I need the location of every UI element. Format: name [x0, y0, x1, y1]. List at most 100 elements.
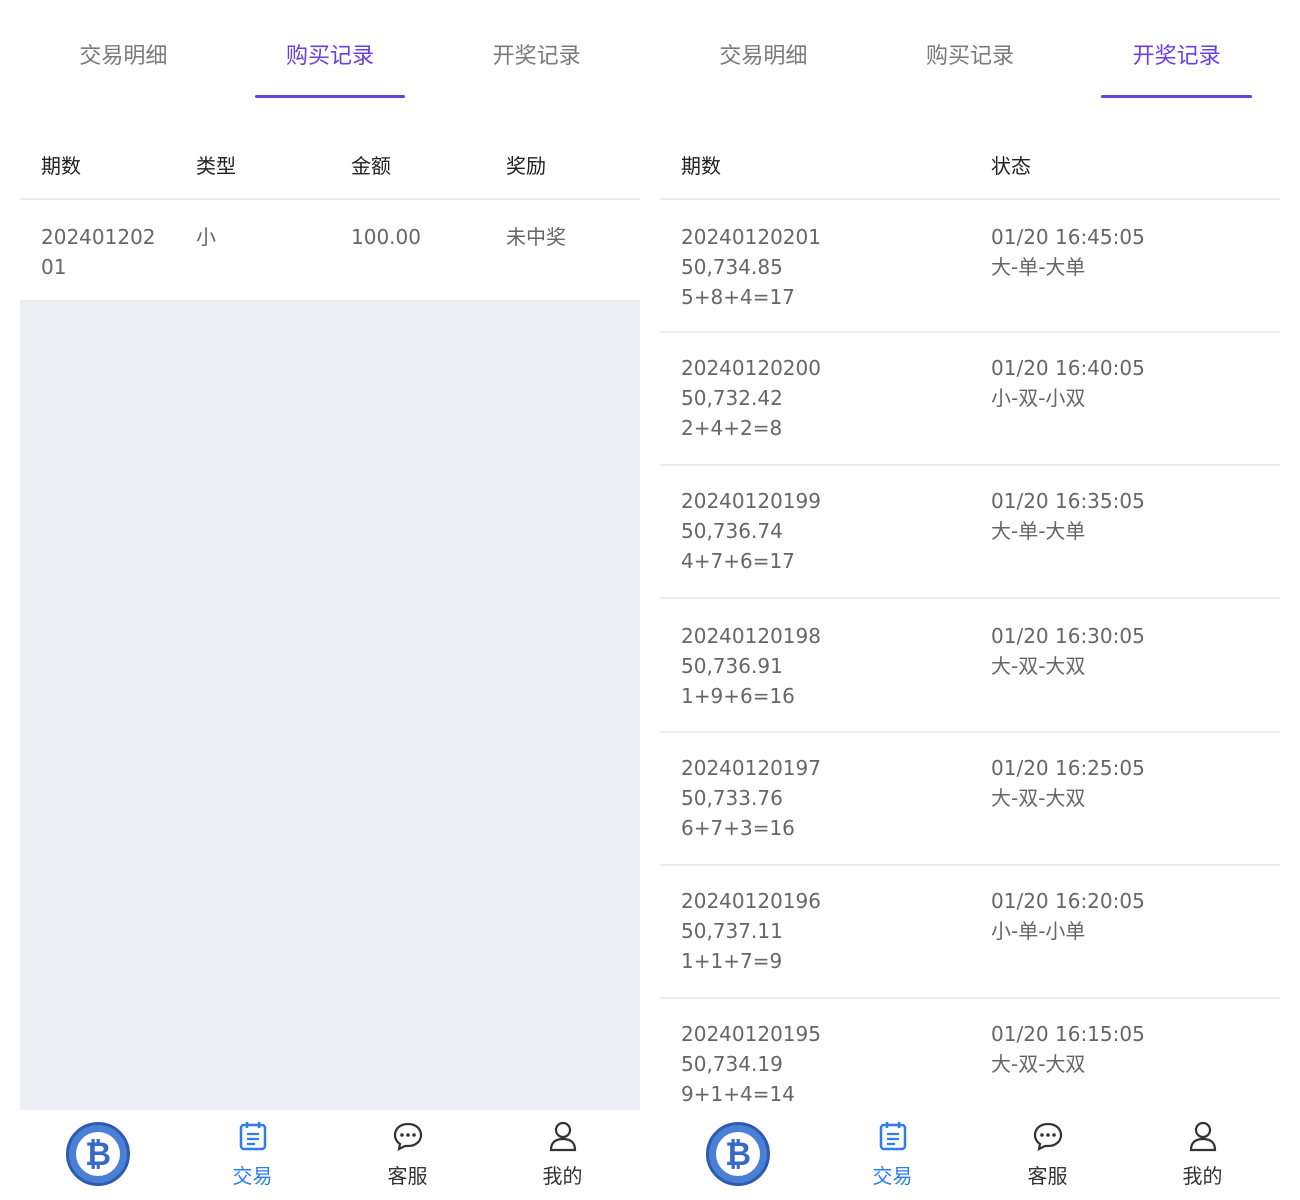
draw-period: 20240120201 — [681, 225, 821, 249]
draw-records-screen: 交易明细 购买记录 开奖记录 期数 状态 20240120201 50,734.… — [660, 0, 1280, 1200]
calendar-icon — [239, 1122, 267, 1151]
draw-info: 20240120198 50,736.91 1+9+6=16 — [681, 621, 821, 711]
draw-period: 20240120197 — [681, 756, 821, 780]
draw-period: 20240120200 — [681, 356, 821, 380]
draw-info: 20240120196 50,737.11 1+1+7=9 — [681, 886, 821, 976]
draw-result: 小-单-小单 — [991, 919, 1086, 943]
draw-formula: 4+7+6=17 — [681, 549, 795, 573]
chat-icon — [393, 1122, 423, 1151]
draw-time: 01/20 16:45:05 — [991, 225, 1145, 249]
nav-profile[interactable]: 我的 — [1125, 1110, 1280, 1200]
draw-price: 50,733.76 — [681, 786, 783, 810]
column-header-period: 期数 — [41, 154, 81, 178]
row-type: 小 — [196, 225, 216, 249]
nav-trade-label: 交易 — [232, 1164, 273, 1188]
draw-result: 小-双-小双 — [991, 386, 1086, 410]
draw-time: 01/20 16:20:05 — [991, 889, 1145, 913]
draw-status: 01/20 16:15:05 大-双-大双 — [991, 1019, 1145, 1079]
nav-home-logo[interactable]: ₿ — [20, 1110, 175, 1200]
purchase-records-screen: 交易明细 购买记录 开奖记录 期数 类型 金额 奖励 202401202 01 … — [20, 0, 640, 1200]
table-header: 期数 类型 金额 奖励 — [20, 100, 640, 200]
table-row[interactable]: 20240120200 50,732.42 2+4+2=8 01/20 16:4… — [660, 333, 1280, 466]
draw-price: 50,732.42 — [681, 386, 783, 410]
draw-time: 01/20 16:40:05 — [991, 356, 1145, 380]
draw-result: 大-双-大双 — [991, 654, 1086, 678]
nav-profile[interactable]: 我的 — [485, 1110, 640, 1200]
table-row[interactable]: 202401202 01 小 100.00 未中奖 — [20, 200, 640, 302]
draw-price: 50,734.85 — [681, 255, 783, 279]
tab-purchase-records[interactable]: 购买记录 — [867, 0, 1074, 100]
draw-status: 01/20 16:45:05 大-单-大单 — [991, 222, 1145, 282]
column-header-reward: 奖励 — [506, 154, 546, 178]
row-amount: 100.00 — [351, 225, 421, 249]
column-header-period: 期数 — [681, 154, 721, 178]
user-icon — [1189, 1121, 1217, 1152]
draw-info: 20240120201 50,734.85 5+8+4=17 — [681, 222, 821, 312]
draw-result: 大-双-大双 — [991, 1052, 1086, 1076]
table-row[interactable]: 20240120195 50,734.19 9+1+4=14 01/20 16:… — [660, 999, 1280, 1110]
draw-period: 20240120199 — [681, 489, 821, 513]
draw-info: 20240120195 50,734.19 9+1+4=14 — [681, 1019, 821, 1109]
bitcoin-icon: ₿ — [66, 1122, 130, 1186]
nav-support-label: 客服 — [387, 1164, 428, 1188]
nav-home-logo[interactable]: ₿ — [660, 1110, 815, 1200]
draw-period: 20240120195 — [681, 1022, 821, 1046]
nav-support[interactable]: 客服 — [970, 1110, 1125, 1200]
draw-formula: 1+9+6=16 — [681, 684, 795, 708]
draw-price: 50,736.91 — [681, 654, 783, 678]
draw-info: 20240120200 50,732.42 2+4+2=8 — [681, 353, 821, 443]
nav-profile-label: 我的 — [542, 1164, 583, 1188]
user-icon — [549, 1121, 577, 1152]
draw-price: 50,736.74 — [681, 519, 783, 543]
draw-time: 01/20 16:15:05 — [991, 1022, 1145, 1046]
record-tabs: 交易明细 购买记录 开奖记录 — [660, 0, 1280, 100]
draw-time: 01/20 16:25:05 — [991, 756, 1145, 780]
nav-support-label: 客服 — [1027, 1164, 1068, 1188]
nav-trade[interactable]: 交易 — [815, 1110, 970, 1200]
empty-area — [20, 302, 640, 1110]
table-row[interactable]: 20240120199 50,736.74 4+7+6=17 01/20 16:… — [660, 466, 1280, 599]
tab-purchase-records[interactable]: 购买记录 — [227, 0, 434, 100]
draw-period: 20240120196 — [681, 889, 821, 913]
nav-trade[interactable]: 交易 — [175, 1110, 330, 1200]
draw-status: 01/20 16:20:05 小-单-小单 — [991, 886, 1145, 946]
table-row[interactable]: 20240120197 50,733.76 6+7+3=16 01/20 16:… — [660, 733, 1280, 866]
draw-formula: 6+7+3=16 — [681, 816, 795, 840]
tab-draw-records[interactable]: 开奖记录 — [433, 0, 640, 100]
tab-transaction-details[interactable]: 交易明细 — [20, 0, 227, 100]
record-tabs: 交易明细 购买记录 开奖记录 — [20, 0, 640, 100]
tab-draw-records[interactable]: 开奖记录 — [1073, 0, 1280, 100]
chat-icon — [1033, 1122, 1063, 1151]
table-header: 期数 状态 — [660, 100, 1280, 200]
bottom-nav: ₿ 交易 客服 我的 — [660, 1110, 1280, 1200]
row-reward: 未中奖 — [506, 225, 566, 249]
draw-price: 50,734.19 — [681, 1052, 783, 1076]
draw-formula: 9+1+4=14 — [681, 1082, 795, 1106]
nav-profile-label: 我的 — [1182, 1164, 1223, 1188]
draw-result: 大-单-大单 — [991, 255, 1086, 279]
draw-formula: 2+4+2=8 — [681, 416, 783, 440]
column-header-amount: 金额 — [351, 154, 391, 178]
draw-period: 20240120198 — [681, 624, 821, 648]
row-period: 202401202 01 — [41, 222, 156, 282]
draw-time: 01/20 16:35:05 — [991, 489, 1145, 513]
period-line: 01 — [41, 255, 67, 279]
draw-formula: 5+8+4=17 — [681, 285, 795, 309]
table-row[interactable]: 20240120198 50,736.91 1+9+6=16 01/20 16:… — [660, 599, 1280, 733]
tab-transaction-details[interactable]: 交易明细 — [660, 0, 867, 100]
draw-status: 01/20 16:25:05 大-双-大双 — [991, 753, 1145, 813]
table-row[interactable]: 20240120196 50,737.11 1+1+7=9 01/20 16:2… — [660, 866, 1280, 999]
nav-support[interactable]: 客服 — [330, 1110, 485, 1200]
draw-price: 50,737.11 — [681, 919, 783, 943]
draw-result: 大-双-大双 — [991, 786, 1086, 810]
nav-trade-label: 交易 — [872, 1164, 913, 1188]
draw-formula: 1+1+7=9 — [681, 949, 783, 973]
draw-status: 01/20 16:40:05 小-双-小双 — [991, 353, 1145, 413]
column-header-type: 类型 — [196, 154, 236, 178]
table-row[interactable]: 20240120201 50,734.85 5+8+4=17 01/20 16:… — [660, 200, 1280, 333]
draw-time: 01/20 16:30:05 — [991, 624, 1145, 648]
draw-info: 20240120199 50,736.74 4+7+6=17 — [681, 486, 821, 576]
calendar-icon — [879, 1122, 907, 1151]
bitcoin-icon: ₿ — [706, 1122, 770, 1186]
draw-status: 01/20 16:35:05 大-单-大单 — [991, 486, 1145, 546]
